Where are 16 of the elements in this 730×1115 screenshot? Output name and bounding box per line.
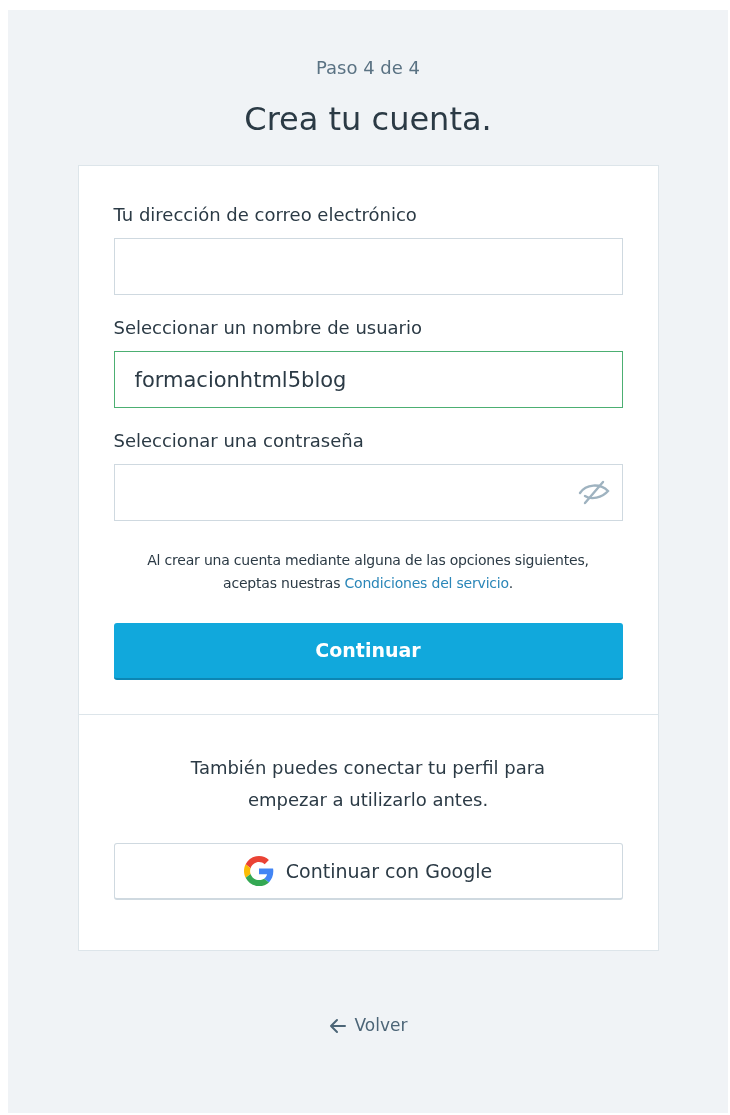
field-label: Seleccionar un nombre de usuario [113,316,424,340]
terms-link[interactable]: Condiciones del servicio [344,575,509,591]
back-link[interactable]: Volver [328,1013,408,1039]
google-logo-icon [243,856,274,886]
field-label: Seleccionar una contraseña [113,429,365,453]
social-prompt: También puedes conectar tu perfil para empezar a utilizarlo antes. [189,756,547,812]
terms-text: Al crear una cuenta mediante alguna de las opciones siguientes, aceptas nuestras Condiciones del servicio. [146,551,590,593]
input-field[interactable] [113,238,623,295]
eye-hidden-icon[interactable] [576,479,611,505]
page-title: Crea tu cuenta. [244,99,492,139]
password-field[interactable] [113,464,623,521]
field-label: Tu dirección de correo electrónico [113,203,418,227]
google-button[interactable]: Continuar con Google [113,843,623,900]
step-indicator: Paso 4 de 4 [315,56,420,80]
arrow-left-icon [328,1017,347,1034]
input-field[interactable]: formacionhtml5blog [113,351,623,408]
